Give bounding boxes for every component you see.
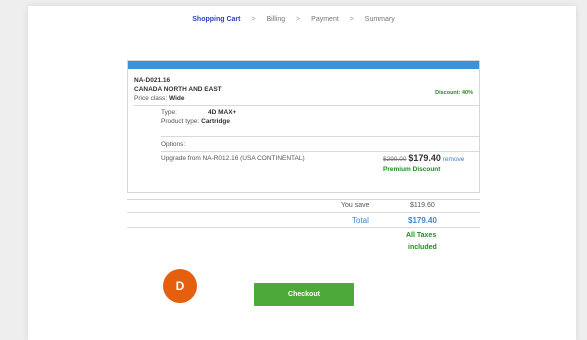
price-class-value: Wide bbox=[169, 95, 185, 102]
total-label: Total bbox=[352, 216, 369, 225]
you-save-value: $119.60 bbox=[410, 202, 435, 209]
item-code: NA-D021.16 bbox=[134, 77, 171, 84]
upgrade-option: Upgrade from NA-R012.16 (USA CONTINENTAL… bbox=[161, 155, 305, 162]
step-separator: > bbox=[296, 16, 301, 23]
divider bbox=[161, 151, 479, 152]
divider bbox=[161, 136, 479, 137]
product-type-label: Product type: bbox=[161, 118, 200, 125]
type-label: Type: bbox=[161, 109, 177, 116]
step-shopping-cart[interactable]: Shopping Cart bbox=[192, 16, 240, 23]
product-type: Product type: Cartridge bbox=[161, 118, 230, 125]
divider bbox=[127, 212, 480, 213]
you-save-label: You save bbox=[341, 202, 370, 209]
cart-item: NA-D021.16 CANADA NORTH AND EAST Price c… bbox=[127, 60, 480, 193]
taxes-line-2: included bbox=[408, 244, 437, 251]
discount-label: Discount: 40% bbox=[435, 90, 473, 96]
premium-discount: Premium Discount bbox=[383, 166, 441, 173]
checkout-button[interactable]: Checkout bbox=[254, 283, 354, 306]
taxes-line-1: All Taxes bbox=[406, 232, 437, 239]
step-separator: > bbox=[349, 16, 354, 23]
type-value: 4D MAX+ bbox=[208, 109, 237, 116]
divider bbox=[127, 199, 480, 200]
price-class: Price class: Wide bbox=[134, 95, 185, 102]
step-separator: > bbox=[251, 16, 256, 23]
divider bbox=[127, 227, 480, 228]
divider bbox=[134, 105, 479, 106]
step-badge: D bbox=[163, 269, 197, 303]
total-value: $179.40 bbox=[408, 216, 437, 225]
options-label: Options: bbox=[161, 141, 186, 148]
remove-link[interactable]: remove bbox=[443, 156, 465, 163]
step-summary[interactable]: Summary bbox=[365, 16, 395, 23]
checkout-steps: Shopping Cart > Billing > Payment > Summ… bbox=[0, 16, 587, 23]
option-price: $299.00 $179.40 remove bbox=[383, 153, 464, 163]
price-class-label: Price class: bbox=[134, 95, 168, 102]
item-region: CANADA NORTH AND EAST bbox=[134, 86, 222, 93]
step-billing[interactable]: Billing bbox=[266, 16, 285, 23]
new-price: $179.40 bbox=[408, 153, 441, 163]
product-type-value: Cartridge bbox=[201, 118, 231, 125]
old-price: $299.00 bbox=[383, 156, 407, 163]
step-payment[interactable]: Payment bbox=[311, 16, 339, 23]
cart-item-header-bar bbox=[128, 61, 479, 69]
